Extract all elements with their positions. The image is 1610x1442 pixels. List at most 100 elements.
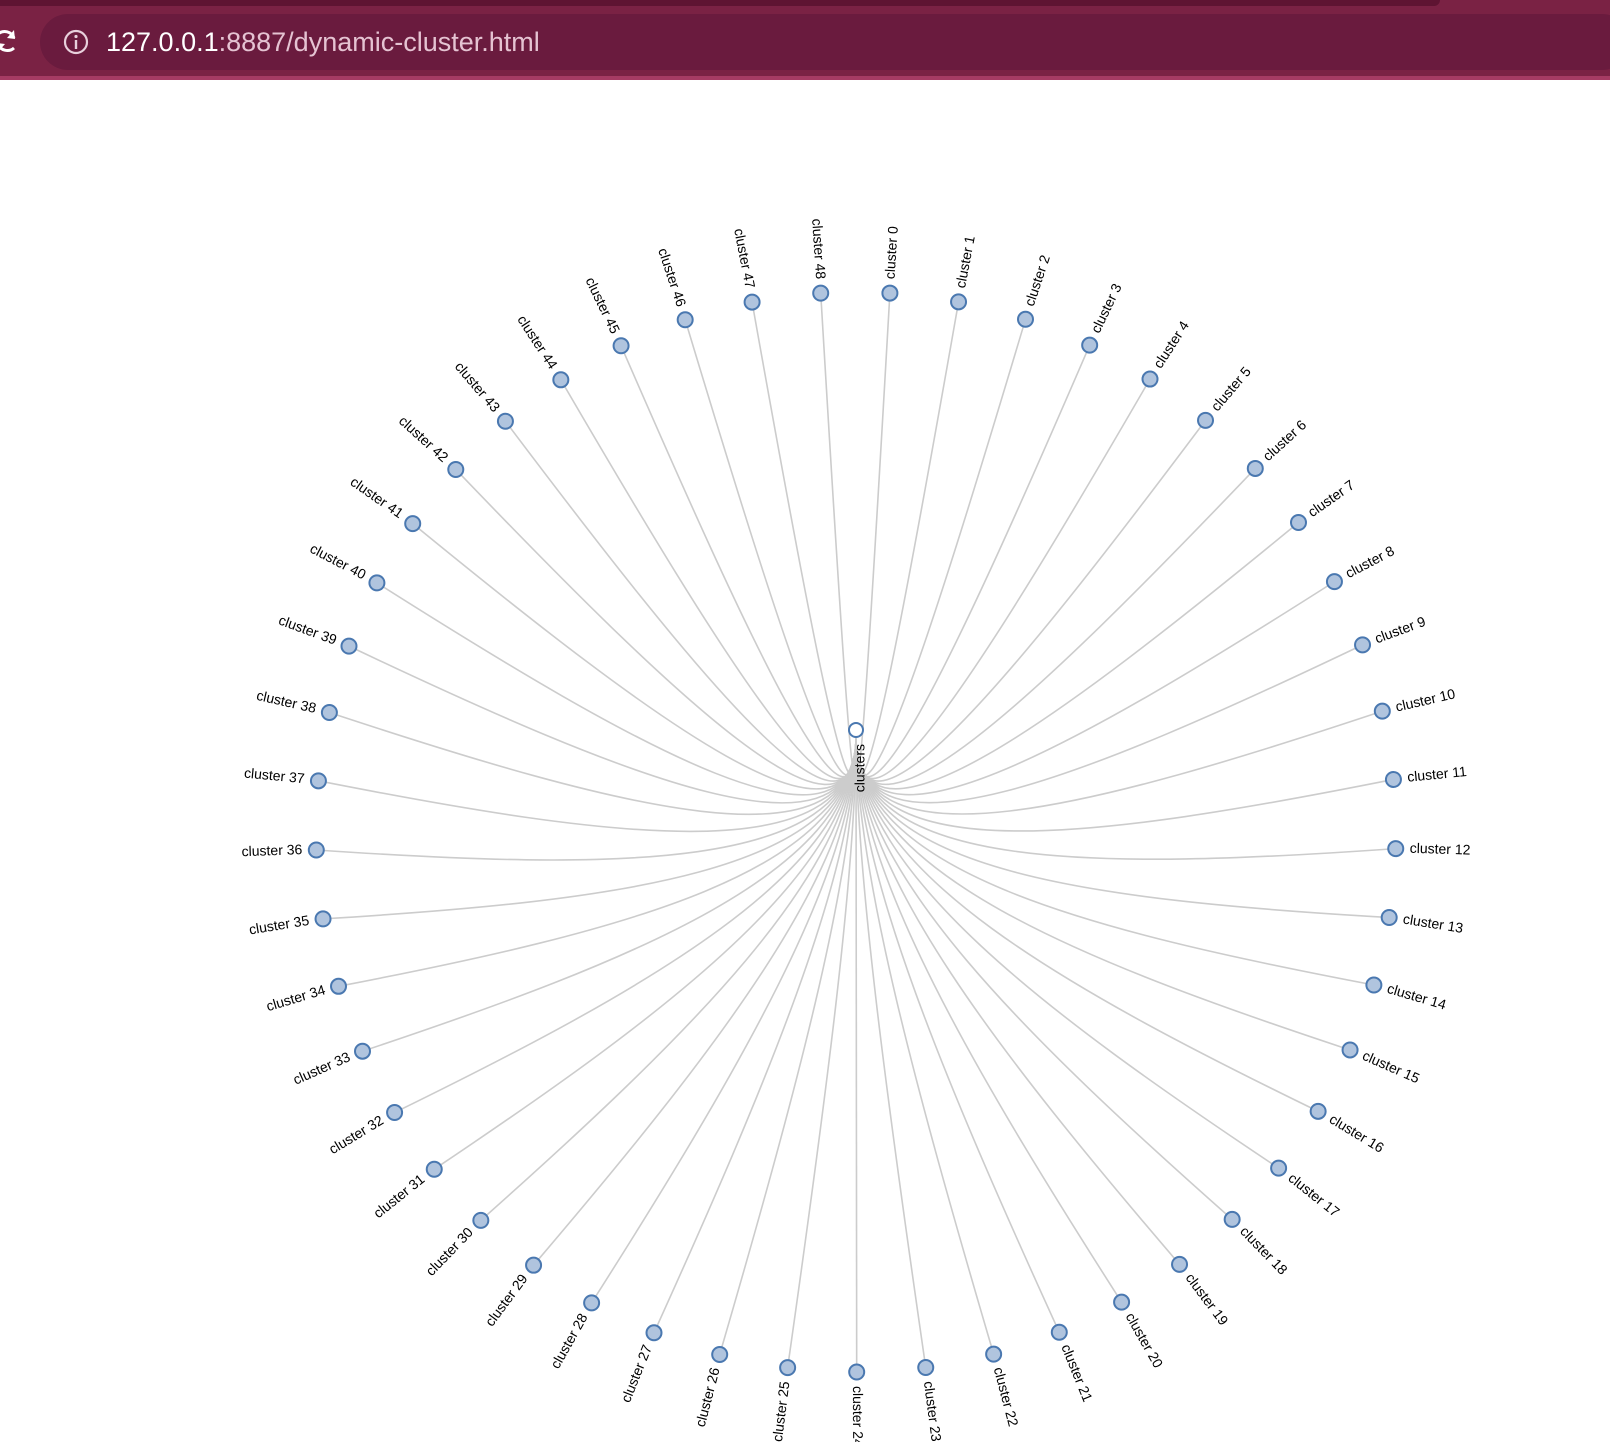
node-cluster-18[interactable]: [1223, 1210, 1241, 1228]
node-cluster-40[interactable]: [368, 574, 386, 592]
node-cluster-24[interactable]: [848, 1363, 866, 1381]
node-cluster-6[interactable]: [1246, 459, 1264, 477]
label-cluster-27: cluster 27: [617, 1342, 655, 1404]
node-cluster-47[interactable]: [743, 293, 761, 311]
link-cluster-44: [560, 379, 857, 780]
root-label: clusters: [852, 744, 868, 792]
node-cluster-36[interactable]: [307, 841, 325, 859]
link-cluster-28: [590, 736, 857, 1304]
info-icon[interactable]: [62, 28, 90, 56]
link-cluster-30: [480, 736, 857, 1221]
node-cluster-48[interactable]: [812, 284, 830, 302]
node-cluster-17[interactable]: [1270, 1159, 1288, 1177]
node-cluster-3[interactable]: [1081, 336, 1099, 354]
node-cluster-21[interactable]: [1050, 1323, 1068, 1341]
label-cluster-30: cluster 30: [422, 1224, 476, 1279]
label-cluster-46: cluster 46: [655, 246, 689, 309]
node-cluster-45[interactable]: [612, 337, 630, 355]
node-cluster-42[interactable]: [447, 460, 465, 478]
node-cluster-34[interactable]: [330, 977, 348, 995]
label-cluster-4: cluster 4: [1150, 318, 1192, 371]
link-cluster-18: [855, 736, 1233, 1221]
label-cluster-34: cluster 34: [264, 981, 327, 1014]
browser-toolbar: 127.0.0.1:8887/dynamic-cluster.html: [0, 0, 1610, 80]
link-cluster-19: [855, 736, 1181, 1265]
node-cluster-22[interactable]: [985, 1345, 1003, 1363]
node-cluster-8[interactable]: [1325, 573, 1343, 591]
node-cluster-11[interactable]: [1384, 770, 1402, 788]
root-node[interactable]: [848, 722, 864, 738]
node-cluster-39[interactable]: [340, 637, 358, 655]
node-cluster-2[interactable]: [1017, 310, 1035, 328]
label-cluster-16: cluster 16: [1327, 1111, 1387, 1156]
node-cluster-5[interactable]: [1197, 411, 1215, 429]
link-cluster-12: [855, 736, 1396, 860]
label-cluster-48: cluster 48: [809, 218, 829, 280]
label-cluster-14: cluster 14: [1385, 980, 1448, 1013]
node-cluster-15[interactable]: [1341, 1041, 1359, 1059]
node-cluster-23[interactable]: [917, 1358, 935, 1376]
node-cluster-44[interactable]: [552, 371, 570, 389]
link-cluster-6: [855, 467, 1256, 785]
node-cluster-41[interactable]: [404, 515, 422, 533]
node-cluster-14[interactable]: [1365, 976, 1383, 994]
node-cluster-9[interactable]: [1354, 636, 1372, 654]
node-cluster-12[interactable]: [1387, 840, 1405, 858]
label-cluster-10: cluster 10: [1394, 685, 1457, 714]
link-cluster-24: [855, 736, 858, 1373]
node-cluster-38[interactable]: [320, 704, 338, 722]
url-text[interactable]: 127.0.0.1:8887/dynamic-cluster.html: [106, 26, 540, 58]
node-cluster-25[interactable]: [779, 1359, 797, 1377]
node-cluster-16[interactable]: [1309, 1102, 1327, 1120]
node-cluster-13[interactable]: [1380, 909, 1398, 927]
label-cluster-6: cluster 6: [1259, 416, 1309, 464]
link-cluster-7: [855, 521, 1300, 790]
node-cluster-29[interactable]: [525, 1256, 543, 1274]
node-cluster-27[interactable]: [645, 1324, 663, 1342]
label-cluster-22: cluster 22: [991, 1365, 1022, 1428]
node-cluster-28[interactable]: [583, 1294, 601, 1312]
link-cluster-42: [455, 468, 857, 786]
link-cluster-38: [329, 711, 857, 816]
label-cluster-42: cluster 42: [396, 412, 452, 465]
link-cluster-47: [751, 301, 857, 776]
label-cluster-33: cluster 33: [290, 1048, 352, 1087]
reload-icon[interactable]: [0, 26, 18, 56]
url-path: :8887/dynamic-cluster.html: [218, 27, 540, 57]
node-cluster-26[interactable]: [711, 1346, 729, 1364]
node-cluster-43[interactable]: [496, 412, 514, 430]
address-bar[interactable]: 127.0.0.1:8887/dynamic-cluster.html: [40, 14, 1610, 70]
node-cluster-19[interactable]: [1171, 1255, 1189, 1273]
label-cluster-44: cluster 44: [514, 312, 561, 372]
node-cluster-7[interactable]: [1289, 513, 1307, 531]
label-cluster-1: cluster 1: [952, 234, 978, 289]
link-cluster-39: [348, 645, 857, 804]
label-cluster-43: cluster 43: [452, 358, 504, 415]
node-cluster-20[interactable]: [1113, 1293, 1131, 1311]
node-cluster-33[interactable]: [353, 1042, 371, 1060]
node-cluster-1[interactable]: [950, 293, 968, 311]
link-cluster-35: [322, 736, 857, 920]
link-cluster-9: [855, 644, 1363, 804]
label-cluster-45: cluster 45: [583, 274, 624, 336]
node-cluster-4[interactable]: [1141, 370, 1159, 388]
label-cluster-13: cluster 13: [1402, 911, 1465, 936]
radial-tree-svg: cluster 0 cluster 1 cluster 2 cluster 3 clus…: [241, 218, 1471, 1442]
cluster-tree-diagram: cluster 0 cluster 1 cluster 2 cluster 3 clus…: [0, 80, 1610, 1442]
label-cluster-17: cluster 17: [1285, 1170, 1343, 1220]
label-cluster-11: cluster 11: [1406, 763, 1467, 785]
node-cluster-0[interactable]: [881, 284, 899, 302]
link-cluster-20: [855, 736, 1123, 1303]
link-cluster-48: [819, 293, 857, 775]
node-cluster-31[interactable]: [425, 1160, 443, 1178]
node-cluster-35[interactable]: [314, 910, 332, 928]
node-cluster-32[interactable]: [386, 1104, 404, 1122]
node-cluster-10[interactable]: [1373, 702, 1391, 720]
label-cluster-0: cluster 0: [882, 225, 901, 279]
label-cluster-19: cluster 19: [1183, 1270, 1232, 1328]
node-cluster-30[interactable]: [472, 1211, 490, 1229]
label-cluster-37: cluster 37: [243, 765, 305, 787]
node-cluster-46[interactable]: [676, 311, 694, 329]
label-cluster-9: cluster 9: [1372, 613, 1427, 646]
node-cluster-37[interactable]: [309, 772, 327, 790]
